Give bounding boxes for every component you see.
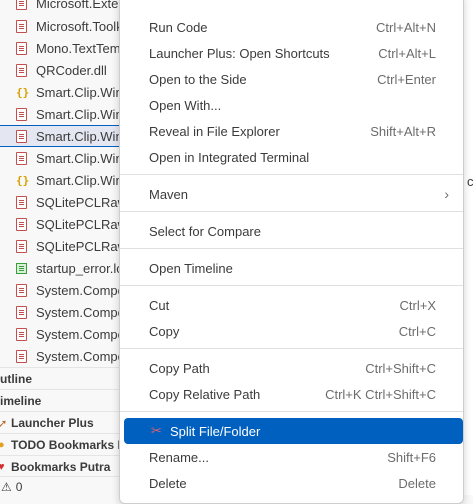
menu-item-label: Reveal in File Explorer: [149, 123, 280, 139]
menu-item-split-file-folder[interactable]: ✂ Split File/Folder: [124, 418, 463, 444]
menu-item-open-timeline[interactable]: Open Timeline: [120, 255, 463, 281]
chevron-right-icon: ›: [444, 186, 449, 202]
dll-file-icon: [16, 239, 27, 253]
menu-item-shortcut: Ctrl+Shift+C: [365, 360, 436, 376]
warning-icon[interactable]: ⚠: [1, 480, 12, 494]
bookmarks-putra-panel-title: Bookmarks Putra: [11, 460, 111, 474]
menu-item-cut[interactable]: Cut Ctrl+X: [120, 292, 463, 318]
menu-item-open-with[interactable]: Open With...: [120, 92, 463, 118]
menu-item-rename[interactable]: Rename... Shift+F6: [120, 444, 463, 470]
menu-item-label: Copy: [149, 323, 180, 339]
dll-file-icon: [16, 129, 27, 143]
editor-edge-text: c: [467, 174, 473, 189]
menu-item-shortcut: Ctrl+C: [398, 323, 436, 339]
menu-separator: [120, 285, 463, 286]
menu-separator: [120, 174, 463, 175]
problems-count[interactable]: 0: [16, 480, 23, 494]
dll-file-icon: [16, 217, 27, 231]
menu-item-label: Maven: [149, 186, 189, 202]
outline-panel-title: utline: [0, 372, 32, 386]
dll-file-icon: [16, 63, 27, 77]
dll-file-icon: [16, 349, 27, 363]
launcher-plus-panel-title: Launcher Plus: [11, 416, 94, 430]
menu-item-open-in-integrated-terminal[interactable]: Open in Integrated Terminal: [120, 144, 463, 170]
menu-item-shortcut: Shift+F6: [387, 449, 436, 465]
menu-item-shortcut: Ctrl+X: [399, 297, 436, 313]
context-menu: Run Code Ctrl+Alt+N Launcher Plus: Open …: [119, 0, 464, 504]
dll-file-icon: [16, 283, 27, 297]
menu-item-label: Split File/Folder: [170, 423, 261, 439]
menu-item-shortcut: Shift+Alt+R: [370, 123, 436, 139]
dll-file-icon: [16, 0, 27, 10]
log-file-icon: [16, 262, 27, 274]
menu-item-label: Open to the Side: [149, 71, 247, 87]
heart-icon: ♥: [0, 461, 8, 473]
todo-bookmarks-panel-title: TODO Bookmarks Pr: [11, 438, 131, 452]
scissors-icon: ✂: [151, 423, 162, 438]
menu-item-open-to-the-side[interactable]: Open to the Side Ctrl+Enter: [120, 66, 463, 92]
json-file-icon: {}: [16, 173, 30, 187]
menu-item-label: Open With...: [149, 97, 222, 113]
dll-file-icon: [16, 151, 27, 165]
menu-item-shortcut: Delete: [398, 475, 436, 491]
dll-file-icon: [16, 41, 27, 55]
menu-item-label: Copy Relative Path: [149, 386, 261, 402]
menu-item-copy[interactable]: Copy Ctrl+C: [120, 318, 463, 344]
json-file-icon: {}: [16, 85, 30, 99]
menu-item-select-for-compare[interactable]: Select for Compare: [120, 218, 463, 244]
menu-separator: [120, 248, 463, 249]
menu-item-run-code[interactable]: Run Code Ctrl+Alt+N: [120, 14, 463, 40]
menu-item-label: Run Code: [149, 19, 208, 35]
menu-item-label: Launcher Plus: Open Shortcuts: [149, 45, 330, 61]
menu-separator: [120, 411, 463, 412]
dll-file-icon: [16, 327, 27, 341]
menu-item-shortcut: Ctrl+K Ctrl+Shift+C: [325, 386, 436, 402]
menu-separator: [120, 348, 463, 349]
menu-item-shortcut: Ctrl+Alt+L: [378, 45, 436, 61]
menu-item-reveal-in-file-explorer[interactable]: Reveal in File Explorer Shift+Alt+R: [120, 118, 463, 144]
menu-item-label: Cut: [149, 297, 170, 313]
dll-file-icon: [16, 19, 27, 33]
menu-item-shortcut: Ctrl+Enter: [377, 71, 436, 87]
menu-item-label: Copy Path: [149, 360, 210, 376]
menu-item-label: Delete: [149, 475, 187, 491]
menu-separator: [120, 211, 463, 212]
menu-item-label: Rename...: [149, 449, 209, 465]
rocket-icon: ➚: [0, 417, 8, 430]
menu-item-maven[interactable]: Maven ›: [120, 181, 463, 207]
menu-item-label: Open Timeline: [149, 260, 233, 276]
timeline-panel-title: imeline: [0, 394, 42, 408]
menu-item-shortcut: Ctrl+Alt+N: [376, 19, 436, 35]
dll-file-icon: [16, 195, 27, 209]
dll-file-icon: [16, 107, 27, 121]
menu-item-label: Open in Integrated Terminal: [149, 149, 310, 165]
dll-file-icon: [16, 305, 27, 319]
menu-item-copy-path[interactable]: Copy Path Ctrl+Shift+C: [120, 355, 463, 381]
menu-item-delete[interactable]: Delete Delete: [120, 470, 463, 496]
menu-item-launcher-plus-open-shortcuts[interactable]: Launcher Plus: Open Shortcuts Ctrl+Alt+L: [120, 40, 463, 66]
menu-item-copy-relative-path[interactable]: Copy Relative Path Ctrl+K Ctrl+Shift+C: [120, 381, 463, 407]
menu-item-label: Select for Compare: [149, 223, 261, 239]
lightbulb-icon: ●: [0, 439, 8, 451]
